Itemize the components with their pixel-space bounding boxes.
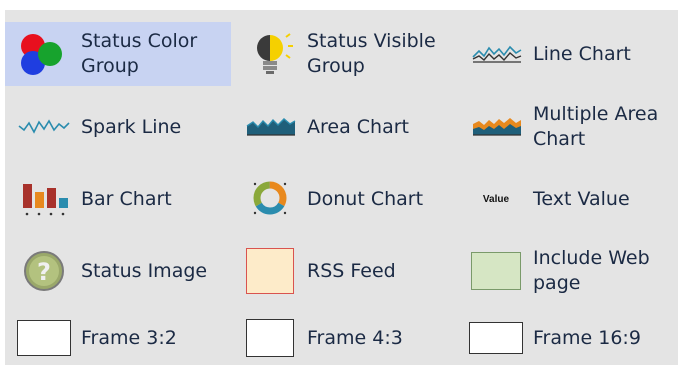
widget-spark-line[interactable]: Spark Line bbox=[5, 95, 231, 159]
widget-rss-feed[interactable]: RSS Feed bbox=[231, 239, 457, 303]
widget-label: Status Color Group bbox=[81, 30, 198, 77]
widget-label: Frame 16:9 bbox=[533, 326, 641, 349]
spark-line-icon bbox=[15, 102, 73, 152]
widget-label: RSS Feed bbox=[307, 259, 396, 282]
svg-text:?: ? bbox=[37, 258, 51, 286]
frame-4-3-icon bbox=[241, 313, 299, 363]
widget-frame-4-3[interactable]: Frame 4:3 bbox=[231, 311, 457, 365]
widget-label: Frame 3:2 bbox=[81, 326, 177, 349]
text-value-icon-text: Value bbox=[482, 193, 510, 205]
widget-frame-3-2[interactable]: Frame 3:2 bbox=[5, 311, 231, 365]
widget-label: Bar Chart bbox=[81, 187, 172, 210]
widget-label: Line Chart bbox=[533, 42, 631, 65]
widget-line-chart[interactable]: Line Chart bbox=[457, 22, 678, 86]
widget-label: Text Value bbox=[533, 187, 630, 210]
include-web-page-icon bbox=[467, 246, 525, 296]
widget-area-chart[interactable]: Area Chart bbox=[231, 95, 457, 159]
widget-label: Multiple Area Chart bbox=[533, 103, 659, 150]
widget-label: Status Visible Group bbox=[307, 30, 436, 77]
status-color-group-icon bbox=[15, 29, 73, 79]
widget-label: Status Image bbox=[81, 259, 208, 282]
widget-status-visible-group[interactable]: Status Visible Group bbox=[231, 22, 457, 86]
donut-chart-icon bbox=[241, 174, 299, 224]
widget-include-web-page[interactable]: Include Web page bbox=[457, 239, 678, 303]
widget-text-value[interactable]: Value Text Value bbox=[457, 167, 678, 231]
status-image-question-icon: ? bbox=[15, 246, 73, 296]
widget-status-color-group[interactable]: Status Color Group bbox=[5, 22, 231, 86]
frame-16-9-icon bbox=[467, 313, 525, 363]
widget-frame-16-9[interactable]: Frame 16:9 bbox=[457, 311, 678, 365]
widget-multiple-area-chart[interactable]: Multiple Area Chart bbox=[457, 95, 678, 159]
widget-status-image[interactable]: ? Status Image bbox=[5, 239, 231, 303]
line-chart-icon bbox=[467, 29, 525, 79]
widget-palette: Status Color Group Status Visible Group bbox=[5, 10, 678, 365]
rss-feed-icon bbox=[241, 246, 299, 296]
widget-label: Donut Chart bbox=[307, 187, 424, 210]
widget-donut-chart[interactable]: Donut Chart bbox=[231, 167, 457, 231]
widget-label: Frame 4:3 bbox=[307, 326, 403, 349]
area-chart-icon bbox=[241, 102, 299, 152]
widget-label: Spark Line bbox=[81, 115, 182, 138]
widget-label: Area Chart bbox=[307, 115, 409, 138]
lightbulb-icon bbox=[241, 29, 299, 79]
multiple-area-chart-icon bbox=[467, 102, 525, 152]
widget-label: Include Web page bbox=[533, 247, 650, 294]
widget-bar-chart[interactable]: Bar Chart bbox=[5, 167, 231, 231]
bar-chart-icon bbox=[15, 174, 73, 224]
text-value-icon: Value bbox=[467, 174, 525, 224]
frame-3-2-icon bbox=[15, 313, 73, 363]
